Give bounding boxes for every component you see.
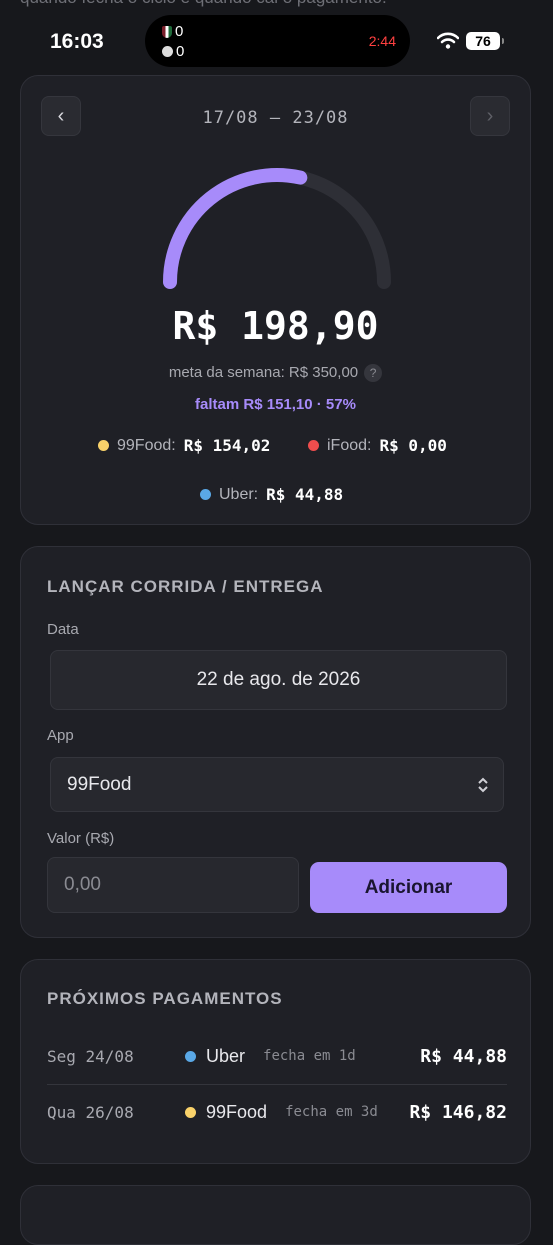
goal-remaining: faltam R$ 151,10 · 57% (195, 396, 356, 413)
payments-title: PRÓXIMOS PAGAMENTOS (47, 989, 283, 1008)
app-total-uber: Uber: R$ 44,88 (200, 485, 343, 504)
add-button[interactable]: Adicionar (310, 862, 507, 913)
app-label: App (47, 727, 74, 744)
payment-value: R$ 44,88 (420, 1045, 507, 1067)
week-goal: meta da semana: R$ 350,00? (21, 364, 530, 382)
99food-dot-icon (98, 440, 109, 451)
team1-crest-icon (162, 25, 172, 38)
week-total: R$ 198,90 (172, 304, 379, 348)
payment-row[interactable]: Qua 26/08 99Food fecha em 3d R$ 146,82 (47, 1084, 507, 1140)
app-name: Uber: (219, 485, 259, 503)
dynamic-island[interactable]: 0 0 2:44 (145, 15, 410, 67)
team1-score: 0 (175, 23, 184, 40)
payment-app-name: 99Food (206, 1101, 268, 1122)
payment-app-name: Uber (206, 1045, 246, 1066)
status-time: 16:03 (50, 30, 104, 53)
entry-title: LANÇAR CORRIDA / ENTREGA (47, 577, 324, 596)
gauge-progress (163, 168, 308, 289)
app-name: 99Food: (117, 436, 176, 454)
week-goal-text: meta da semana: R$ 350,00 (168, 364, 359, 381)
app-select[interactable]: 99Food (50, 757, 504, 812)
help-icon[interactable]: ? (364, 364, 383, 382)
amount-label: Valor (R$) (47, 830, 115, 847)
payment-date: Seg 24/08 (47, 1046, 134, 1066)
app-total-ifood: iFood: R$ 0,00 (308, 436, 447, 455)
99food-dot-icon (185, 1106, 196, 1118)
payment-due: fecha em 3d (285, 1104, 378, 1120)
match-clock: 2:44 (368, 33, 396, 49)
payment-row[interactable]: Seg 24/08 Uber fecha em 1d R$ 44,88 (47, 1028, 507, 1084)
amount-input[interactable]: 0,00 (47, 857, 299, 913)
app-select-value: 99Food (67, 773, 132, 795)
status-bar: 16:03 0 0 2:44 76 (0, 0, 553, 80)
entry-form-card: LANÇAR CORRIDA / ENTREGA Data 22 de ago.… (20, 546, 531, 938)
wifi-icon (437, 32, 459, 49)
week-summary-card: ‹ › 17/08 – 23/08 R$ 198,90 meta da sema… (20, 75, 531, 525)
payment-app: Uber (185, 1046, 245, 1067)
uber-dot-icon (200, 489, 211, 500)
date-value: 22 de ago. de 2026 (196, 669, 361, 690)
gauge-track (163, 168, 391, 289)
ifood-dot-icon (308, 440, 319, 451)
battery-icon: 76 (466, 32, 504, 50)
app-value: R$ 0,00 (379, 436, 447, 455)
team2-score: 0 (176, 43, 185, 60)
payment-app: 99Food (185, 1102, 267, 1123)
uber-dot-icon (185, 1050, 196, 1062)
live-score-team1: 0 (162, 23, 183, 40)
team2-crest-icon (162, 46, 173, 57)
live-score-team2: 0 (162, 43, 184, 60)
date-label: Data (47, 621, 79, 638)
app-name: iFood: (327, 436, 372, 454)
date-field[interactable]: 22 de ago. de 2026 (50, 650, 507, 710)
goal-gauge (163, 168, 391, 289)
next-card (20, 1185, 531, 1245)
app-value: R$ 154,02 (183, 436, 271, 455)
week-date-range: 17/08 – 23/08 (202, 108, 349, 128)
payment-value: R$ 146,82 (409, 1101, 507, 1123)
app-value: R$ 44,88 (266, 485, 344, 504)
payment-due: fecha em 1d (263, 1048, 356, 1064)
amount-placeholder: 0,00 (64, 874, 101, 895)
upcoming-payments-card: PRÓXIMOS PAGAMENTOS Seg 24/08 Uber fecha… (20, 959, 531, 1164)
select-chevron-icon (478, 777, 488, 793)
app-total-99food: 99Food: R$ 154,02 (98, 436, 270, 455)
payment-date: Qua 26/08 (47, 1102, 134, 1122)
